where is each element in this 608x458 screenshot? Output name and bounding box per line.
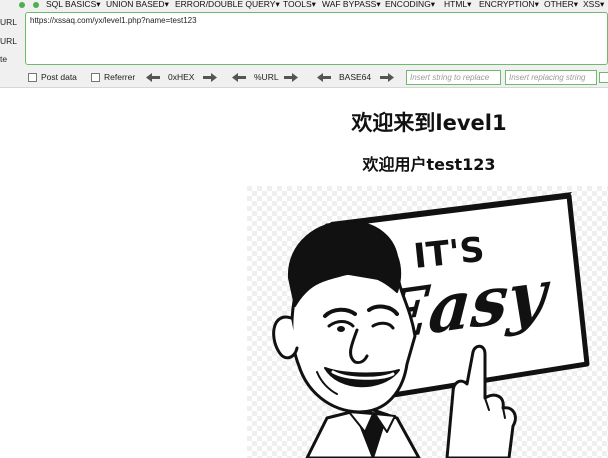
post-data-checkbox[interactable] [28, 73, 37, 82]
hex-encode-arrow-icon[interactable] [203, 73, 217, 82]
user-greeting: 欢迎用户test123 [362, 155, 496, 174]
url-textarea[interactable]: https://xssaq.com/yx/level1.php?name=tes… [25, 12, 608, 65]
menu-error-double-query[interactable]: ERROR/DOUBLE QUERY▾ [175, 0, 280, 10]
split-url-label[interactable]: URL [0, 36, 17, 46]
menu-html[interactable]: HTML▾ [444, 0, 471, 10]
url-encode-arrow-icon[interactable] [284, 73, 298, 82]
menu-encryption[interactable]: ENCRYPTION▾ [479, 0, 539, 10]
post-data-label: Post data [41, 72, 77, 82]
menu-waf-bypass[interactable]: WAF BYPASS▾ [322, 0, 381, 10]
page-heading: 欢迎来到level1 [351, 111, 507, 135]
replacing-string-input[interactable]: Insert replacing string [505, 70, 597, 85]
hackbar-panel: SQL BASICS▾ UNION BASED▾ ERROR/DOUBLE QU… [0, 0, 608, 88]
menu-toggle-icon[interactable] [19, 2, 25, 8]
menu-union-based[interactable]: UNION BASED▾ [106, 0, 169, 10]
base64-decode-arrow-icon[interactable] [317, 73, 331, 82]
execute-label[interactable]: te [0, 54, 7, 64]
menu-encoding[interactable]: ENCODING▾ [385, 0, 435, 10]
menu-tools[interactable]: TOOLS▾ [283, 0, 316, 10]
hex-decode-arrow-icon[interactable] [146, 73, 160, 82]
hackbar-menu: SQL BASICS▾ UNION BASED▾ ERROR/DOUBLE QU… [0, 0, 608, 10]
replace-string-input[interactable]: Insert string to replace [406, 70, 501, 85]
hex-label: 0xHEX [168, 72, 195, 82]
menu-xss[interactable]: XSS▾ [583, 0, 604, 10]
base64-encode-arrow-icon[interactable] [380, 73, 394, 82]
referrer-checkbox[interactable] [91, 73, 100, 82]
hackbar-options: Post data Referrer 0xHEX %URL BASE64 Ins… [0, 68, 608, 86]
menu-other[interactable]: OTHER▾ [544, 0, 578, 10]
url-encode-label: %URL [254, 72, 279, 82]
replace-apply-button[interactable] [599, 72, 608, 83]
referrer-label: Referrer [104, 72, 136, 82]
menu-load-icon[interactable] [33, 2, 39, 8]
its-easy-illustration: IT'S Easy [247, 186, 608, 458]
url-decode-arrow-icon[interactable] [232, 73, 246, 82]
menu-sql-basics[interactable]: SQL BASICS▾ [46, 0, 101, 10]
load-url-label[interactable]: URL [0, 17, 17, 27]
base64-label: BASE64 [339, 72, 372, 82]
